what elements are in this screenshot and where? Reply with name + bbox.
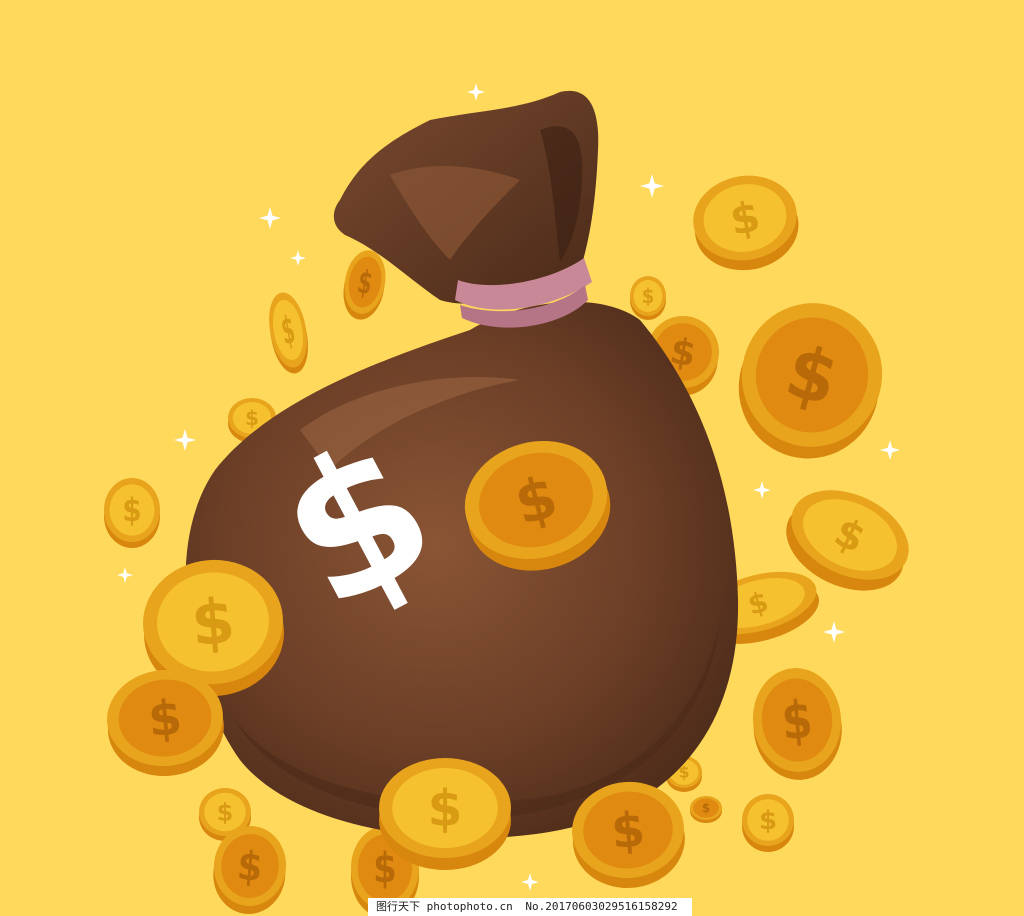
svg-text:$: $ [245, 406, 259, 430]
svg-text:$: $ [373, 845, 397, 893]
gold-coin: $ [343, 250, 386, 320]
gold-coin: $ [379, 758, 511, 870]
svg-text:$: $ [609, 801, 647, 860]
gold-coin: $ [738, 303, 883, 459]
sparkle-icon [290, 250, 306, 266]
gold-coin: $ [752, 668, 842, 780]
watermark-number: No.20170603029516158292 [525, 900, 678, 913]
svg-text:$: $ [122, 492, 141, 529]
watermark-site: 图行天下 photophoto.cn [376, 900, 513, 913]
svg-text:$: $ [217, 798, 234, 826]
gold-coin: $ [104, 478, 160, 548]
gold-coin: $ [269, 292, 308, 374]
svg-text:$: $ [428, 780, 463, 838]
gold-coin: $ [690, 796, 722, 823]
sparkle-icon [174, 429, 196, 451]
sparkle-icon [521, 873, 539, 891]
illustration-canvas: $ $ $ $ $ $ $ $ $ $ $ $ $ $ $ $ $ $ $ $ $ $ $ 图行天下 photophot… [0, 0, 1024, 916]
svg-text:$: $ [188, 584, 237, 660]
svg-text:$: $ [779, 689, 815, 752]
svg-text:$: $ [146, 689, 184, 748]
watermark-bar: 图行天下 photophoto.cn No.201706030295161582… [368, 898, 692, 916]
sparkle-icon [640, 174, 664, 198]
svg-text:$: $ [235, 842, 264, 890]
sparkle-icon [880, 440, 900, 460]
money-bag-illustration: $$$$$$$$$$$$$ $$$ $ $ $$$$ $ [104, 83, 909, 916]
svg-text:$: $ [759, 806, 777, 836]
sparkle-icon [467, 83, 485, 101]
svg-text:$: $ [702, 801, 710, 815]
sparkle-icon [753, 481, 771, 499]
gold-coin: $ [742, 794, 794, 852]
sparkle-icon [823, 621, 845, 643]
svg-text:$: $ [642, 285, 655, 308]
sparkle-icon [259, 207, 281, 229]
money-bag: $ [185, 90, 739, 839]
sparkle-icon [117, 567, 133, 583]
gold-coin: $ [630, 276, 666, 320]
gold-coin: $ [693, 175, 799, 271]
